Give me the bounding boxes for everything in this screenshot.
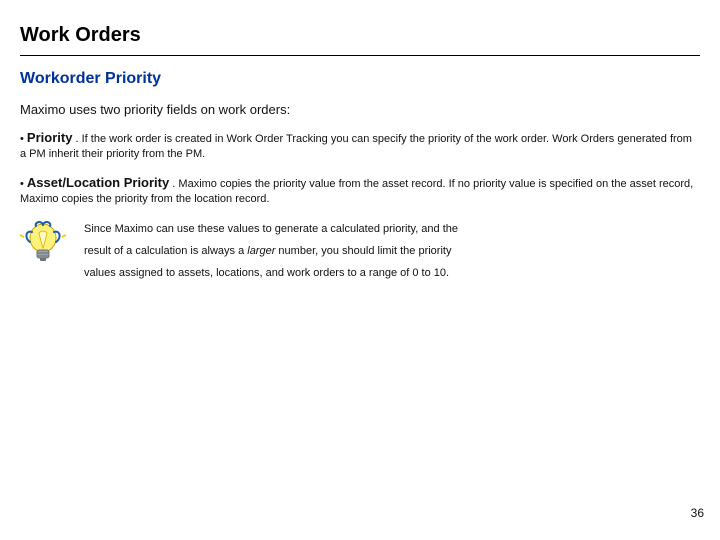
- tip-line2a: result of a calculation is always a: [84, 245, 247, 257]
- bullet-asset-location: • Asset/Location Priority . Maximo copie…: [20, 174, 700, 207]
- bullet-priority-text: . If the work order is created in Work O…: [20, 133, 692, 160]
- page-number: 36: [691, 506, 704, 520]
- title-divider: [20, 55, 700, 56]
- tip-line2-italic: larger: [247, 245, 275, 257]
- tip-line3: values assigned to assets, locations, an…: [84, 267, 449, 279]
- tip-line1: Since Maximo can use these values to gen…: [84, 223, 458, 235]
- tip-line2b: number, you should limit the priority: [275, 245, 451, 257]
- tip-row: Since Maximo can use these values to gen…: [20, 218, 700, 284]
- page-title: Work Orders: [20, 24, 700, 47]
- bullet-priority-label: Priority: [27, 130, 73, 145]
- lightbulb-icon: [20, 220, 66, 275]
- lead-text: Maximo uses two priority fields on work …: [20, 102, 700, 117]
- bullet-priority: • Priority . If the work order is create…: [20, 129, 700, 162]
- bullet-asset-location-label: Asset/Location Priority: [27, 175, 169, 190]
- tip-text: Since Maximo can use these values to gen…: [84, 218, 458, 284]
- section-title: Workorder Priority: [20, 70, 700, 88]
